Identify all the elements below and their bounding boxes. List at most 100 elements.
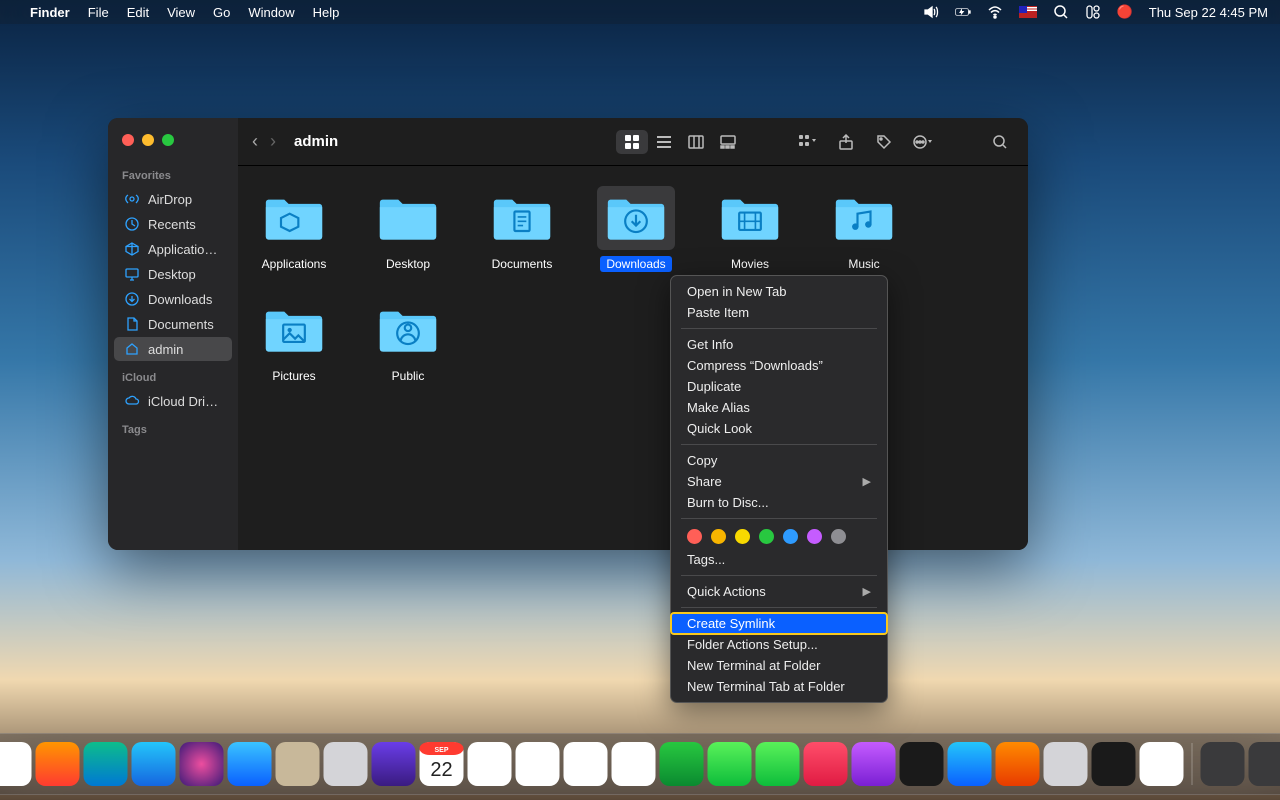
- desktop-icon: [124, 266, 140, 282]
- folder-movies[interactable]: Movies: [708, 186, 792, 272]
- tag-color-dot[interactable]: [759, 529, 774, 544]
- battery-icon[interactable]: [955, 4, 971, 20]
- dock-app-photos[interactable]: [564, 742, 608, 786]
- context-item-make-alias[interactable]: Make Alias: [671, 397, 887, 418]
- sidebar-item-airdrop[interactable]: AirDrop: [114, 187, 232, 211]
- context-item-quick-look[interactable]: Quick Look: [671, 418, 887, 439]
- sidebar-item-applicatio[interactable]: Applicatio…: [114, 237, 232, 261]
- menu-window[interactable]: Window: [248, 5, 294, 20]
- folder-desktop[interactable]: Desktop: [366, 186, 450, 272]
- tag-color-dot[interactable]: [735, 529, 750, 544]
- context-item-get-info[interactable]: Get Info: [671, 334, 887, 355]
- dock-app-podcasts[interactable]: [852, 742, 896, 786]
- list-view-button[interactable]: [648, 130, 680, 154]
- download-icon: [124, 291, 140, 307]
- wifi-icon[interactable]: [987, 4, 1003, 20]
- close-button[interactable]: [122, 134, 134, 146]
- context-item-open-in-new-tab[interactable]: Open in New Tab: [671, 281, 887, 302]
- tag-color-dot[interactable]: [831, 529, 846, 544]
- dock-app-messages[interactable]: [708, 742, 752, 786]
- sidebar-item-label: admin: [148, 342, 183, 357]
- dock-app-notes[interactable]: [468, 742, 512, 786]
- sidebar-item-iclouddri[interactable]: iCloud Dri…: [114, 389, 232, 413]
- dock-app-symlink-app[interactable]: [1140, 742, 1184, 786]
- dock-app-safari[interactable]: [132, 742, 176, 786]
- dock-app-contacts[interactable]: [276, 742, 320, 786]
- context-item-create-symlink[interactable]: Create Symlink: [671, 613, 887, 634]
- app-name[interactable]: Finder: [30, 5, 70, 20]
- dock-app-siri[interactable]: [180, 742, 224, 786]
- dock-app-settings-old[interactable]: [324, 742, 368, 786]
- forward-button[interactable]: ›: [270, 131, 276, 152]
- dock-app-maps[interactable]: [612, 742, 656, 786]
- folder-pictures[interactable]: Pictures: [252, 298, 336, 384]
- menu-edit[interactable]: Edit: [127, 5, 149, 20]
- context-item-tags---[interactable]: Tags...: [671, 549, 887, 570]
- gallery-view-button[interactable]: [712, 130, 744, 154]
- control-center-icon[interactable]: [1085, 4, 1101, 20]
- menu-go[interactable]: Go: [213, 5, 230, 20]
- dock-folder2[interactable]: [1249, 742, 1280, 786]
- volume-icon[interactable]: [923, 4, 939, 20]
- dock-app-music[interactable]: [804, 742, 848, 786]
- tag-color-dot[interactable]: [783, 529, 798, 544]
- context-item-paste-item[interactable]: Paste Item: [671, 302, 887, 323]
- dock-app-chrome[interactable]: [0, 742, 32, 786]
- dock-app-appstore[interactable]: [948, 742, 992, 786]
- context-item-new-terminal-tab-at-folder[interactable]: New Terminal Tab at Folder: [671, 676, 887, 697]
- tag-color-dot[interactable]: [711, 529, 726, 544]
- dock-app-tv[interactable]: [900, 742, 944, 786]
- dock-app-findmy[interactable]: [660, 742, 704, 786]
- context-item-copy[interactable]: Copy: [671, 450, 887, 471]
- minimize-button[interactable]: [142, 134, 154, 146]
- context-item-quick-actions[interactable]: Quick Actions▶: [671, 581, 887, 602]
- sidebar-item-documents[interactable]: Documents: [114, 312, 232, 336]
- context-item-compress--downloads-[interactable]: Compress “Downloads”: [671, 355, 887, 376]
- context-item-folder-actions-setup---[interactable]: Folder Actions Setup...: [671, 634, 887, 655]
- context-item-share[interactable]: Share▶: [671, 471, 887, 492]
- dock-app-office[interactable]: [996, 742, 1040, 786]
- folder-label: Applications: [256, 256, 333, 272]
- dock-app-terminal[interactable]: [1092, 742, 1136, 786]
- sidebar-item-admin[interactable]: admin: [114, 337, 232, 361]
- menu-help[interactable]: Help: [313, 5, 340, 20]
- group-by-button[interactable]: [796, 130, 820, 154]
- folder-documents[interactable]: Documents: [480, 186, 564, 272]
- dock-app-facetime[interactable]: [756, 742, 800, 786]
- tag-color-dot[interactable]: [807, 529, 822, 544]
- tag-color-dot[interactable]: [687, 529, 702, 544]
- zoom-button[interactable]: [162, 134, 174, 146]
- dock-app-settings[interactable]: [1044, 742, 1088, 786]
- menu-view[interactable]: View: [167, 5, 195, 20]
- share-button[interactable]: [834, 130, 858, 154]
- dock-app-reminders[interactable]: [516, 742, 560, 786]
- folder-public[interactable]: Public: [366, 298, 450, 384]
- dock-app-edge[interactable]: [84, 742, 128, 786]
- menubar-datetime[interactable]: Thu Sep 22 4:45 PM: [1149, 5, 1268, 20]
- user-status-icon[interactable]: 🔴: [1117, 4, 1133, 20]
- folder-applications[interactable]: Applications: [252, 186, 336, 272]
- column-view-button[interactable]: [680, 130, 712, 154]
- tags-button[interactable]: [872, 130, 896, 154]
- dock-app-cleanmy[interactable]: [372, 742, 416, 786]
- spotlight-icon[interactable]: [1053, 4, 1069, 20]
- context-item-new-terminal-at-folder[interactable]: New Terminal at Folder: [671, 655, 887, 676]
- folder-downloads[interactable]: Downloads: [594, 186, 678, 272]
- icon-view-button[interactable]: [616, 130, 648, 154]
- search-button[interactable]: [988, 130, 1012, 154]
- folder-music[interactable]: Music: [822, 186, 906, 272]
- menu-file[interactable]: File: [88, 5, 109, 20]
- dock-folder1[interactable]: [1201, 742, 1245, 786]
- finder-window: Favorites AirDropRecentsApplicatio…Deskt…: [108, 118, 1028, 550]
- sidebar-item-desktop[interactable]: Desktop: [114, 262, 232, 286]
- input-source-icon[interactable]: [1019, 6, 1037, 18]
- back-button[interactable]: ‹: [252, 131, 258, 152]
- sidebar-item-downloads[interactable]: Downloads: [114, 287, 232, 311]
- sidebar-item-recents[interactable]: Recents: [114, 212, 232, 236]
- action-button[interactable]: [910, 130, 934, 154]
- dock-app-calendar[interactable]: SEP22: [420, 742, 464, 786]
- context-item-duplicate[interactable]: Duplicate: [671, 376, 887, 397]
- dock-app-mail[interactable]: [228, 742, 272, 786]
- context-item-burn-to-disc---[interactable]: Burn to Disc...: [671, 492, 887, 513]
- dock-app-firefox[interactable]: [36, 742, 80, 786]
